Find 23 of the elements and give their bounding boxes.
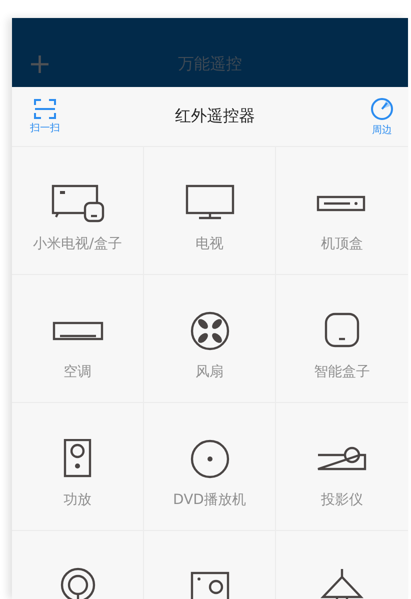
device-tile[interactable]: 机顶盒 xyxy=(276,147,408,275)
device-label: 机顶盒 xyxy=(321,235,363,253)
device-label: DVD播放机 xyxy=(173,491,246,509)
device-label: 智能盒子 xyxy=(314,363,370,381)
device-tile[interactable]: 小米电视/盒子 xyxy=(12,147,144,275)
device-label: 风扇 xyxy=(196,363,224,381)
device-tile[interactable]: 智能盒子 xyxy=(276,275,408,403)
tv-box-icon xyxy=(50,183,104,223)
device-label: 空调 xyxy=(64,363,92,381)
device-tile[interactable]: 空调 xyxy=(12,275,144,403)
page-title: 红外遥控器 xyxy=(175,106,255,127)
device-tile[interactable]: 功放 xyxy=(12,403,144,531)
device-tile[interactable]: DVD播放机 xyxy=(144,403,276,531)
scan-button[interactable]: 扫一扫 xyxy=(30,98,60,134)
device-label: 小米电视/盒子 xyxy=(33,235,122,253)
device-label: 电视 xyxy=(196,235,224,253)
add-button[interactable]: + xyxy=(28,50,52,78)
device-tile[interactable]: 投影仪 xyxy=(276,403,408,531)
device-tile[interactable]: 电视 xyxy=(144,147,276,275)
device-tile[interactable]: 风扇 xyxy=(144,275,276,403)
app-title: 万能遥控 xyxy=(178,54,242,73)
device-label: 投影仪 xyxy=(321,491,363,509)
device-label: 功放 xyxy=(64,491,92,509)
